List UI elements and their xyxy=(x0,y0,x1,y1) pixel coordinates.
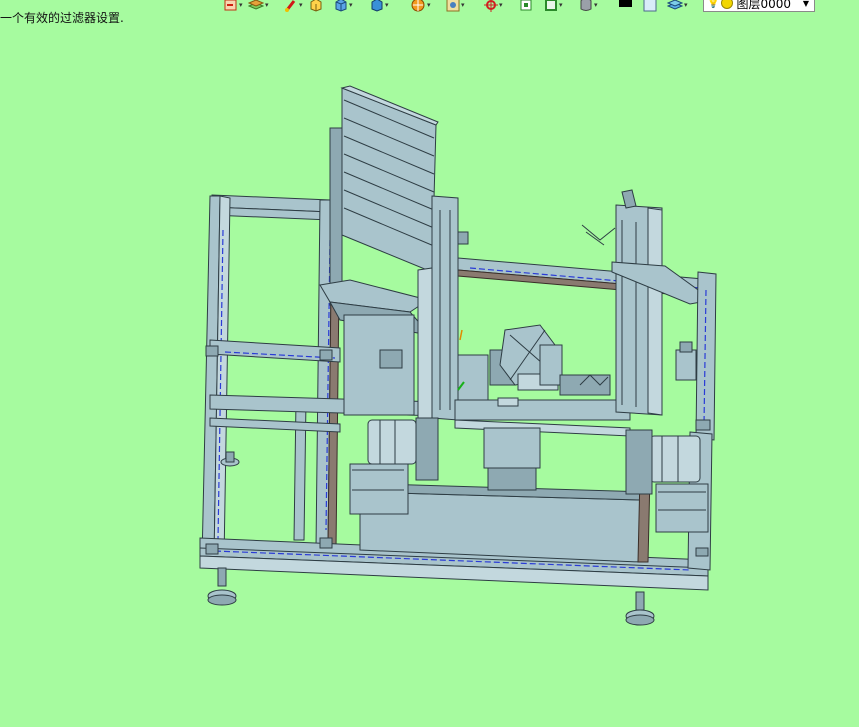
foot-right xyxy=(625,591,655,626)
center-mechanism xyxy=(454,324,631,491)
frame-post-left-outer xyxy=(201,195,231,561)
foot-left xyxy=(207,567,237,606)
cad-viewport[interactable]: .p { fill:#a9c4cc; stroke:#2e3d44; strok… xyxy=(0,0,859,727)
frame-post-inner xyxy=(293,399,307,541)
